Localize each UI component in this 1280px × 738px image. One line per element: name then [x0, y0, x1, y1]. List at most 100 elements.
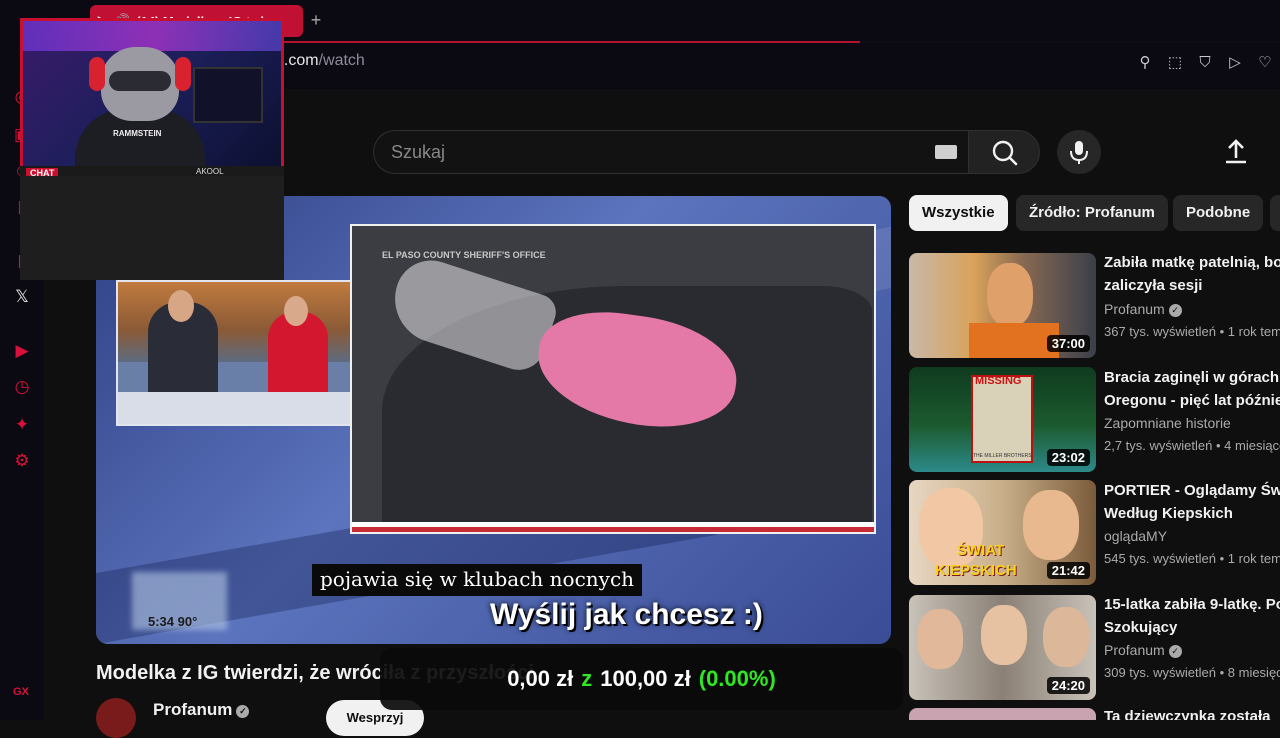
thumb-face	[917, 609, 963, 669]
search-input[interactable]: Szukaj	[373, 130, 968, 174]
title-line: zaliczyła sesji	[1104, 277, 1203, 294]
url-path: /watch	[318, 52, 365, 69]
search-icon	[992, 140, 1018, 166]
evidence-photo-frame: EL PASO COUNTY SHERIFF'S OFFICE	[350, 224, 876, 534]
title-line: Oregonu - pięć lat później	[1104, 392, 1280, 409]
recommendation-title[interactable]: Ta dziewczynka została	[1104, 705, 1280, 720]
kiepskich-label: KIEPSKICH	[935, 562, 1017, 579]
headset-left	[89, 57, 105, 91]
channel-text: Profanum	[1104, 642, 1165, 658]
chip-source[interactable]: Źródło: Profanum	[1016, 195, 1168, 231]
video-duration: 21:42	[1046, 562, 1090, 579]
title-line: 15-latka zabiła 9-latkę. Po	[1104, 596, 1280, 613]
search-button[interactable]	[968, 130, 1040, 174]
female-anchor-head	[284, 296, 308, 326]
channel-text: Profanum	[1104, 301, 1165, 317]
news-desk	[118, 392, 358, 424]
donation-goal: 100,00 zł	[600, 666, 691, 691]
hoodie-print: RAMMSTEIN	[113, 129, 162, 138]
thumb-face	[1043, 607, 1089, 667]
settings-icon[interactable]: ⚙	[11, 450, 33, 472]
heart-icon[interactable]: ♡	[1256, 54, 1274, 72]
create-upload-button[interactable]	[1220, 136, 1252, 168]
missing-poster	[971, 375, 1033, 463]
verified-icon: ✓	[236, 705, 250, 718]
upload-icon	[1226, 139, 1246, 164]
news-anchors-frame	[116, 280, 360, 426]
background-monitor	[193, 67, 263, 123]
history-icon[interactable]: ◷	[11, 376, 33, 398]
x-twitter-icon[interactable]: 𝕏	[11, 286, 33, 308]
recommendation-title[interactable]: 15-latka zabiła 9-latkę. Po Szokujący	[1104, 593, 1280, 639]
thumb-face	[987, 263, 1033, 327]
recommendation-thumbnail[interactable]: ŚWIAT KIEPSKICH 21:42	[909, 480, 1096, 585]
url-text[interactable]: e.com/watch	[275, 52, 365, 70]
donation-goal-widget: 0,00 zł z 100,00 zł (0.00%)	[380, 648, 903, 710]
recommendation-meta: 367 tys. wyświetleń • 1 rok temu	[1104, 324, 1280, 339]
male-anchor-head	[168, 290, 194, 322]
player-icon[interactable]: ▶	[11, 340, 33, 362]
title-line: PORTIER - Oglądamy Świat	[1104, 482, 1280, 499]
chip-similar[interactable]: Podobne	[1173, 195, 1264, 231]
sheriff-caption: EL PASO COUNTY SHERIFF'S OFFICE	[382, 250, 546, 260]
missing-label: MISSING	[975, 375, 1022, 387]
recommendation-thumbnail[interactable]: MISSING THE MILLER BROTHERS 23:02	[909, 367, 1096, 472]
donation-percent: (0.00%)	[698, 666, 776, 691]
title-line: Bracia zaginęli w górach	[1104, 369, 1280, 386]
rgb-lights	[23, 21, 281, 51]
new-tab-button[interactable]: +	[306, 10, 326, 30]
donation-current: 0,00 zł	[507, 666, 574, 691]
snapshot-icon[interactable]: ⬚	[1166, 54, 1184, 72]
donation-message: Wyślij jak chcesz :)	[490, 598, 763, 631]
recommendation-title[interactable]: Zabiła matkę patelnią, bo zaliczyła sesji	[1104, 251, 1280, 297]
headset-right	[175, 57, 191, 91]
chip-more[interactable]	[1270, 195, 1280, 231]
chat-overlay-box	[20, 176, 284, 280]
channel-name[interactable]: Profanum ✓	[153, 700, 250, 720]
verified-icon: ✓	[1168, 304, 1182, 317]
thumb-orange-uniform	[969, 323, 1059, 358]
recommendation-channel[interactable]: oglądaMY	[1104, 528, 1167, 544]
video-duration: 37:00	[1046, 335, 1090, 352]
caption-band	[352, 522, 874, 532]
thumb-face	[1023, 490, 1079, 560]
verified-icon: ✓	[1168, 645, 1182, 658]
pin-icon[interactable]: ⚲	[1136, 54, 1154, 72]
donation-separator: z	[581, 666, 593, 691]
mic-icon	[1070, 141, 1088, 164]
recommendation-title[interactable]: PORTIER - Oglądamy Świat Według Kiepskich	[1104, 479, 1280, 525]
recommendation-thumbnail[interactable]: 37:00	[909, 253, 1096, 358]
recommendation-meta: 545 tys. wyświetleń • 1 rok temu	[1104, 551, 1280, 566]
recommendation-title[interactable]: Bracia zaginęli w górach Oregonu - pięć l…	[1104, 366, 1280, 412]
gx-logo: GX	[13, 686, 29, 698]
recommendation-channel[interactable]: Profanum ✓	[1104, 301, 1182, 317]
miller-label: THE MILLER BROTHERS	[973, 453, 1032, 459]
raccoon-mask	[109, 71, 171, 91]
send-icon[interactable]: ▷	[1226, 54, 1244, 72]
recommendation-channel[interactable]: Zapomniane historie	[1104, 415, 1231, 431]
brand-label: AKOOL	[196, 167, 224, 176]
video-subtitle: pojawia się w klubach nocnych	[312, 564, 643, 596]
channel-name-text: Profanum	[153, 700, 233, 719]
chip-all[interactable]: Wszystkie	[909, 195, 1008, 231]
extensions-icon[interactable]: ✦	[11, 414, 33, 436]
recommendation-channel[interactable]: Profanum ✓	[1104, 642, 1182, 658]
keyboard-icon[interactable]	[935, 145, 957, 159]
weather-text: 5:34 90°	[148, 614, 198, 629]
pocket-icon[interactable]: ⛉	[1196, 54, 1214, 72]
channel-avatar[interactable]	[96, 698, 136, 738]
video-duration: 23:02	[1046, 449, 1090, 466]
title-line: Szokujący	[1104, 619, 1178, 636]
title-line: Według Kiepskich	[1104, 505, 1233, 522]
recommendation-meta: 2,7 tys. wyświetleń • 4 miesiące	[1104, 438, 1280, 453]
webcam-footer	[20, 166, 284, 176]
recommendation-meta: 309 tys. wyświetleń • 8 miesięcy	[1104, 665, 1280, 680]
recommendation-thumbnail[interactable]	[909, 708, 1096, 720]
streamer-webcam: RAMMSTEIN	[20, 18, 284, 170]
recommendation-thumbnail[interactable]: 24:20	[909, 595, 1096, 700]
swiat-label: ŚWIAT	[957, 542, 1005, 559]
video-duration: 24:20	[1046, 677, 1090, 694]
thumb-face	[981, 605, 1027, 665]
title-line: Zabiła matkę patelnią, bo	[1104, 254, 1280, 271]
voice-search-button[interactable]	[1057, 130, 1101, 174]
